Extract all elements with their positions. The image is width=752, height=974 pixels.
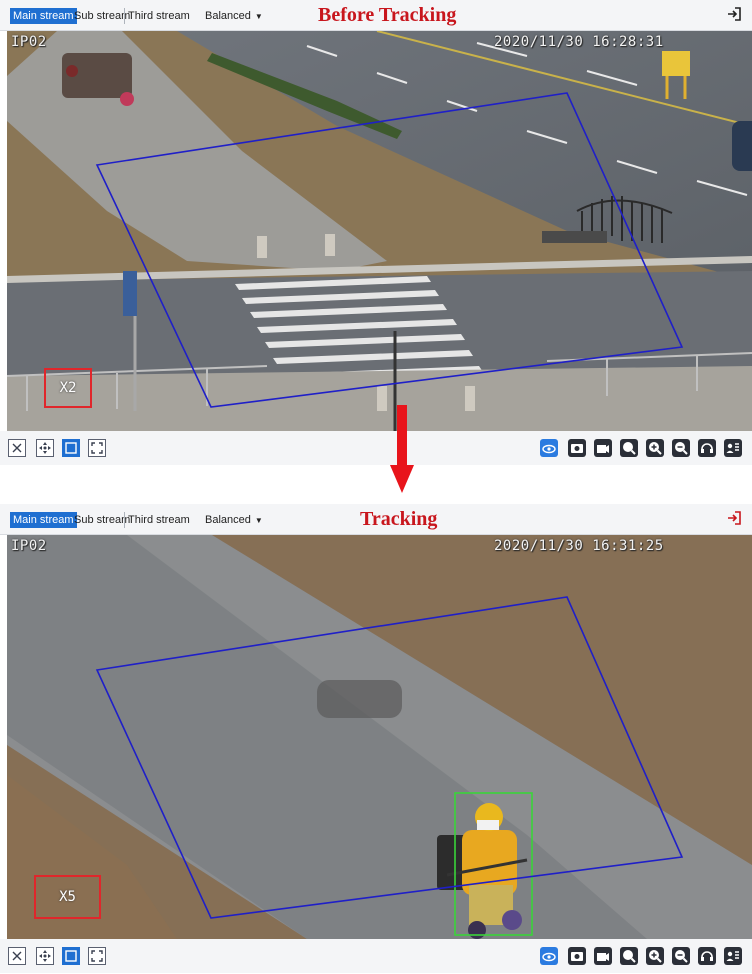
zoom-indicator: X2 <box>44 368 92 408</box>
panel-tracking: Main stream Sub stream Third stream Bala… <box>0 504 752 974</box>
camera-scene <box>7 31 752 431</box>
chevron-down-icon: ▼ <box>254 12 263 21</box>
osd-camera-name: IP02 <box>11 538 47 554</box>
playback-controls <box>0 939 752 973</box>
exit-icon[interactable] <box>726 6 742 22</box>
face-icon[interactable] <box>724 439 742 457</box>
live-video-view[interactable]: IP02 2020/11/30 16:31:25 X5 <box>7 535 752 939</box>
quality-select[interactable]: Balanced ▼ <box>205 512 263 529</box>
fit-window-icon[interactable] <box>62 947 80 965</box>
ptz-icon[interactable] <box>36 439 54 457</box>
snapshot-icon[interactable] <box>568 439 586 457</box>
arrow-down-icon <box>390 405 414 493</box>
zoom-3d-icon[interactable] <box>620 947 638 965</box>
fullscreen-icon[interactable] <box>88 439 106 457</box>
tab-main-stream[interactable]: Main stream <box>10 512 77 528</box>
panel-title: Tracking <box>360 508 438 530</box>
exit-icon[interactable] <box>726 510 742 526</box>
close-view-icon[interactable] <box>8 947 26 965</box>
zoom-in-icon[interactable] <box>646 439 664 457</box>
close-view-icon[interactable] <box>8 439 26 457</box>
talk-icon[interactable] <box>698 947 716 965</box>
fit-window-icon[interactable] <box>62 439 80 457</box>
stream-toolbar: Main stream Sub stream Third stream Bala… <box>0 504 752 535</box>
quality-value: Balanced <box>205 514 251 526</box>
view-mode-icon[interactable] <box>540 947 558 965</box>
snapshot-icon[interactable] <box>568 947 586 965</box>
fullscreen-icon[interactable] <box>88 947 106 965</box>
panel-title: Before Tracking <box>318 4 457 26</box>
tab-main-stream[interactable]: Main stream <box>10 8 77 24</box>
osd-camera-name: IP02 <box>11 34 47 50</box>
view-mode-icon[interactable] <box>540 439 558 457</box>
record-icon[interactable] <box>594 947 612 965</box>
camera-scene <box>7 535 752 939</box>
panel-before-tracking: Main stream Sub stream Third stream Bala… <box>0 0 752 468</box>
zoom-in-icon[interactable] <box>646 947 664 965</box>
talk-icon[interactable] <box>698 439 716 457</box>
tab-third-stream[interactable]: Third stream <box>125 512 193 528</box>
zoom-out-icon[interactable] <box>672 439 690 457</box>
face-icon[interactable] <box>724 947 742 965</box>
quality-select[interactable]: Balanced ▼ <box>205 8 263 25</box>
playback-controls <box>0 431 752 465</box>
ptz-icon[interactable] <box>36 947 54 965</box>
tab-third-stream[interactable]: Third stream <box>125 8 193 24</box>
record-icon[interactable] <box>594 439 612 457</box>
quality-value: Balanced <box>205 10 251 22</box>
osd-datetime: 2020/11/30 16:31:25 <box>494 538 664 554</box>
zoom-out-icon[interactable] <box>672 947 690 965</box>
live-video-view[interactable]: IP02 2020/11/30 16:28:31 X2 <box>7 31 752 431</box>
zoom-3d-icon[interactable] <box>620 439 638 457</box>
stream-toolbar: Main stream Sub stream Third stream Bala… <box>0 0 752 31</box>
osd-datetime: 2020/11/30 16:28:31 <box>494 34 664 50</box>
chevron-down-icon: ▼ <box>254 516 263 525</box>
zoom-indicator: X5 <box>34 875 101 919</box>
